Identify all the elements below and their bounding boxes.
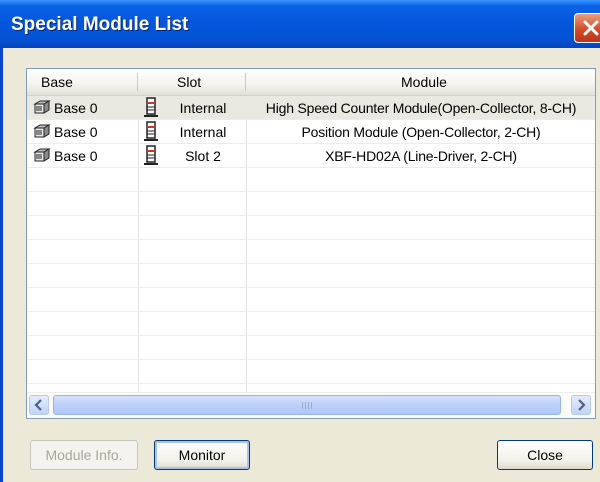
column-divider[interactable]	[245, 73, 246, 91]
slot-module-icon	[143, 120, 159, 144]
module-info-button[interactable]: Module Info.	[30, 440, 138, 470]
base-cell: Base 0	[54, 100, 98, 116]
scroll-left-button[interactable]	[29, 395, 49, 415]
thumb-grip	[305, 402, 306, 409]
base-cell: Base 0	[54, 124, 98, 140]
column-header-base[interactable]: Base	[41, 69, 73, 95]
slot-module-icon	[143, 96, 159, 120]
special-module-list-dialog: Special Module List Base Slot Module Bas…	[0, 0, 600, 482]
horizontal-scrollbar[interactable]	[27, 392, 595, 418]
slot-cell: Internal	[179, 100, 227, 116]
thumb-grip	[311, 402, 312, 409]
close-icon	[583, 20, 599, 36]
table-row	[27, 336, 595, 360]
thumb-grip	[302, 402, 303, 409]
window-frame	[0, 48, 3, 482]
base-cube-icon	[33, 147, 51, 165]
module-cell: Position Module (Open-Collector, 2-CH)	[301, 124, 541, 140]
table-row[interactable]: Base 0 Internal Position Module (Open-Coll…	[27, 120, 595, 144]
table-row[interactable]: Base 0 Slot 2 XBF-HD02A (Line-Driver, 2-CH…	[27, 144, 595, 168]
table-row[interactable]: Base 0 Internal High Speed Counter Module(…	[27, 96, 595, 120]
base-cube-icon	[33, 99, 51, 117]
base-cube-icon	[33, 123, 51, 141]
title-bar[interactable]: Special Module List	[0, 0, 600, 48]
module-cell: XBF-HD02A (Line-Driver, 2-CH)	[325, 148, 517, 164]
table-row	[27, 216, 595, 240]
scroll-right-button[interactable]	[571, 395, 591, 415]
module-cell: High Speed Counter Module(Open-Collector…	[265, 100, 577, 116]
table-row	[27, 312, 595, 336]
list-header: Base Slot Module	[27, 69, 595, 96]
column-header-module[interactable]: Module	[401, 69, 447, 95]
thumb-grip	[308, 402, 309, 409]
table-row	[27, 288, 595, 312]
dialog-title: Special Module List	[11, 14, 189, 35]
arrow-left-icon	[34, 399, 42, 411]
close-button[interactable]: Close	[497, 440, 593, 470]
table-row	[27, 240, 595, 264]
slot-module-icon	[143, 144, 159, 168]
column-divider[interactable]	[137, 73, 138, 91]
table-row	[27, 168, 595, 192]
table-row	[27, 264, 595, 288]
arrow-right-icon	[578, 399, 586, 411]
slot-cell: Slot 2	[185, 148, 221, 164]
table-row	[27, 360, 595, 384]
module-list[interactable]: Base Slot Module Base 0 Internal High Spee…	[26, 68, 596, 419]
slot-cell: Internal	[179, 124, 227, 140]
base-cell: Base 0	[54, 148, 98, 164]
scroll-thumb[interactable]	[53, 395, 561, 415]
monitor-button[interactable]: Monitor	[154, 440, 250, 470]
column-header-slot[interactable]: Slot	[177, 69, 201, 95]
table-row	[27, 192, 595, 216]
title-close-button[interactable]	[574, 13, 600, 43]
